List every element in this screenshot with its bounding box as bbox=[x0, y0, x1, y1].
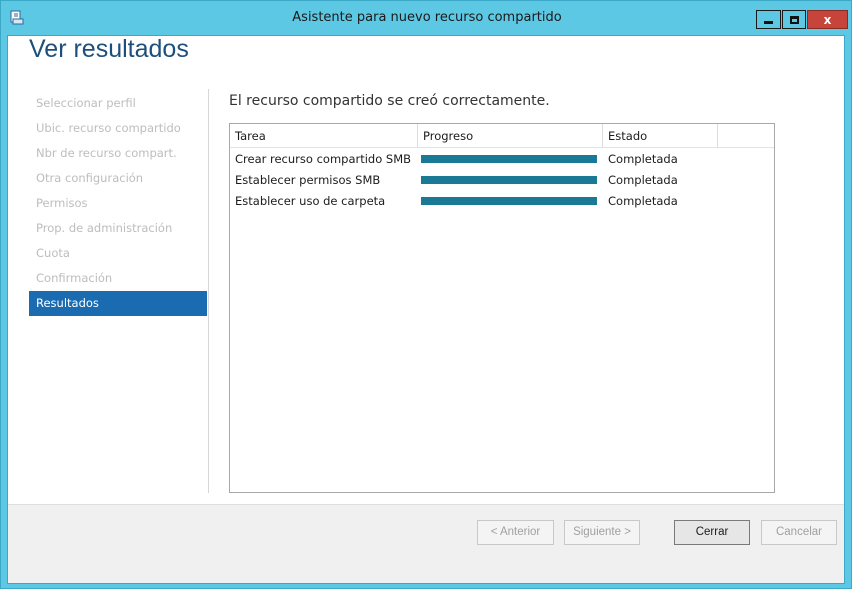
progress-bar bbox=[421, 154, 597, 163]
nav-step-results[interactable]: Resultados bbox=[29, 291, 207, 316]
task-cell: Establecer permisos SMB bbox=[235, 172, 381, 187]
nav-divider bbox=[208, 89, 209, 493]
nav-step-permissions: Permisos bbox=[36, 196, 88, 210]
nav-step-share-name: Nbr de recurso compart. bbox=[36, 146, 177, 160]
progress-cell bbox=[418, 154, 603, 163]
nav-step-management-properties: Prop. de administración bbox=[36, 221, 173, 235]
title-bar[interactable]: Asistente para nuevo recurso compartido … bbox=[1, 1, 851, 35]
table-row[interactable]: Establecer permisos SMB Completada bbox=[230, 169, 774, 190]
column-header-filler bbox=[718, 124, 774, 147]
task-cell: Crear recurso compartido SMB bbox=[235, 151, 412, 166]
column-header-task[interactable]: Tarea bbox=[230, 124, 418, 147]
maximize-icon bbox=[789, 15, 799, 24]
window-title: Asistente para nuevo recurso compartido bbox=[292, 10, 562, 25]
column-header-state[interactable]: Estado bbox=[603, 124, 718, 147]
wizard-steps-nav: Seleccionar perfil Ubic. recurso compart… bbox=[29, 91, 207, 316]
results-table-header: Tarea Progreso Estado bbox=[230, 124, 774, 148]
nav-step-confirmation: Confirmación bbox=[36, 271, 113, 285]
close-button[interactable]: Cerrar bbox=[674, 520, 750, 545]
progress-bar bbox=[421, 196, 597, 205]
status-message: El recurso compartido se creó correctame… bbox=[229, 93, 550, 109]
state-cell: Completada bbox=[608, 172, 678, 187]
nav-step-quota: Cuota bbox=[36, 246, 70, 260]
progress-cell bbox=[418, 175, 603, 184]
maximize-button[interactable] bbox=[782, 10, 806, 29]
back-button[interactable]: < Anterior bbox=[477, 520, 554, 545]
table-row[interactable]: Crear recurso compartido SMB Completada bbox=[230, 148, 774, 169]
results-table: Tarea Progreso Estado Crear recurso comp… bbox=[229, 123, 775, 493]
progress-cell bbox=[418, 196, 603, 205]
state-cell: Completada bbox=[608, 151, 678, 166]
close-window-button[interactable]: x bbox=[807, 10, 848, 29]
wizard-window: Asistente para nuevo recurso compartido … bbox=[0, 0, 852, 589]
nav-step-select-profile: Seleccionar perfil bbox=[36, 96, 136, 110]
state-cell: Completada bbox=[608, 193, 678, 208]
close-icon: x bbox=[823, 12, 832, 27]
minimize-button[interactable] bbox=[756, 10, 781, 29]
nav-step-share-location: Ubic. recurso compartido bbox=[36, 121, 181, 135]
task-cell: Establecer uso de carpeta bbox=[235, 193, 386, 208]
progress-bar bbox=[421, 175, 597, 184]
minimize-icon bbox=[764, 21, 773, 24]
table-row[interactable]: Establecer uso de carpeta Completada bbox=[230, 190, 774, 211]
page-title: Ver resultados bbox=[29, 35, 189, 63]
next-button[interactable]: Siguiente > bbox=[564, 520, 640, 545]
nav-step-other-settings: Otra configuración bbox=[36, 171, 144, 185]
column-header-progress[interactable]: Progreso bbox=[418, 124, 603, 147]
cancel-button[interactable]: Cancelar bbox=[761, 520, 837, 545]
